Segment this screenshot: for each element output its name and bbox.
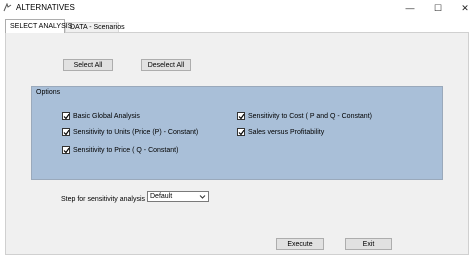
- checkmark-icon: [62, 146, 70, 154]
- checkbox-sales-profitability[interactable]: Sales versus Profitability: [237, 128, 324, 136]
- checkmark-icon: [237, 128, 245, 136]
- checkbox-label: Sensitivity to Price ( Q - Constant): [73, 146, 179, 154]
- checkbox-sensitivity-units[interactable]: Sensitivity to Units (Price (P) - Consta…: [62, 128, 198, 136]
- step-label: Step for sensitivity analysis: [61, 196, 146, 203]
- step-dropdown[interactable]: Default: [147, 191, 209, 202]
- deselect-all-button[interactable]: Deselect All: [141, 59, 191, 71]
- checkbox-label: Sensitivity to Cost ( P and Q - Constant…: [248, 112, 372, 120]
- options-title: Options: [36, 89, 61, 96]
- tab-select-analysis[interactable]: SELECT ANALYSIS: [5, 19, 72, 33]
- checkmark-icon: [62, 112, 70, 120]
- window-title: ALTERNATIVES: [16, 3, 75, 12]
- checkbox-basic-global-analysis[interactable]: Basic Global Analysis: [62, 112, 140, 120]
- chevron-down-icon: [199, 195, 206, 199]
- checkbox-label: Basic Global Analysis: [73, 112, 140, 120]
- maximize-button[interactable]: ☐: [424, 0, 452, 16]
- options-group: Options Basic Global Analysis Sensitivit…: [31, 86, 443, 180]
- checkbox-label: Sensitivity to Units (Price (P) - Consta…: [73, 128, 199, 136]
- title-bar: ALTERNATIVES — ☐ ✕: [0, 0, 474, 16]
- checkbox-label: Sales versus Profitability: [248, 128, 325, 136]
- close-button[interactable]: ✕: [451, 0, 474, 16]
- checkmark-icon: [237, 112, 245, 120]
- tab-strip: SELECT ANALYSIS DATA - Scenarios: [5, 19, 469, 33]
- execute-button[interactable]: Execute: [276, 238, 324, 250]
- checkbox-sensitivity-price[interactable]: Sensitivity to Price ( Q - Constant): [62, 146, 178, 154]
- select-analysis-page: Select All Deselect All Options Basic Gl…: [5, 32, 469, 255]
- checkmark-icon: [62, 128, 70, 136]
- exit-button[interactable]: Exit: [345, 238, 392, 250]
- select-all-button[interactable]: Select All: [63, 59, 113, 71]
- app-icon: [3, 3, 12, 12]
- checkbox-sensitivity-cost[interactable]: Sensitivity to Cost ( P and Q - Constant…: [237, 112, 372, 120]
- step-selected-value: Default: [150, 193, 173, 200]
- minimize-button[interactable]: —: [396, 0, 424, 16]
